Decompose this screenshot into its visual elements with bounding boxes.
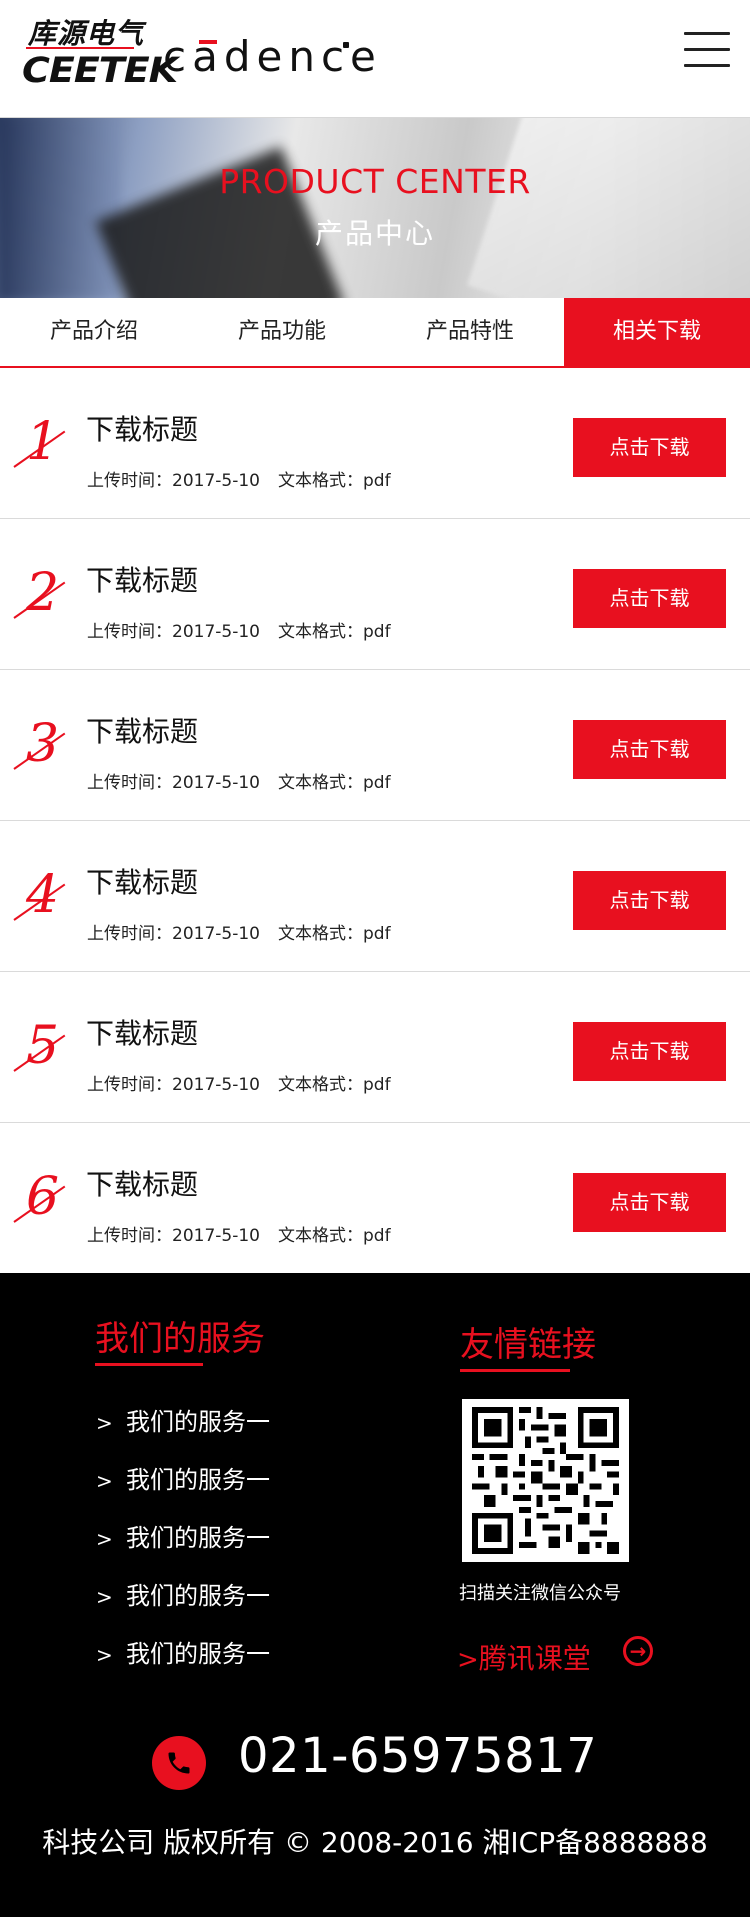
- download-title[interactable]: 下载标题: [86, 1163, 198, 1203]
- item-number: 1: [26, 412, 60, 472]
- chevron-right-icon: >: [457, 1645, 479, 1675]
- ceetek-logo[interactable]: 库源电气 CEETEK: [22, 12, 178, 90]
- download-item: 5 下载标题 上传时间：2017-5-10 文本格式：pdf 点击下载: [0, 972, 750, 1123]
- file-format: 文本格式：pdf: [277, 471, 391, 491]
- links-title: 友情链接: [460, 1325, 596, 1365]
- services-underline: [95, 1363, 203, 1366]
- download-title[interactable]: 下载标题: [86, 408, 198, 448]
- cadence-macron: [199, 40, 217, 44]
- services-list: > 我们的服务一 > 我们的服务一 > 我们的服务一 > 我们的服务一 > 我们的服务一: [96, 1393, 270, 1683]
- file-format: 文本格式：pdf: [277, 773, 391, 793]
- item-number: 3: [26, 714, 60, 774]
- qr-code-icon: [472, 1407, 619, 1554]
- download-meta: 上传时间：2017-5-10 文本格式：pdf: [87, 617, 391, 642]
- service-link[interactable]: > 我们的服务一: [96, 1451, 270, 1509]
- service-label: 我们的服务一: [126, 1466, 270, 1494]
- cadence-logo: cadence: [163, 32, 376, 82]
- file-format: 文本格式：pdf: [277, 1075, 391, 1095]
- service-label: 我们的服务一: [126, 1582, 270, 1610]
- product-banner: PRODUCT CENTER 产品中心: [0, 118, 750, 298]
- upload-time: 上传时间：2017-5-10: [87, 773, 260, 793]
- links-underline: [460, 1369, 570, 1372]
- download-title[interactable]: 下载标题: [86, 710, 198, 750]
- item-number: 5: [26, 1016, 60, 1076]
- download-button[interactable]: 点击下载: [573, 418, 726, 477]
- download-button[interactable]: 点击下载: [573, 569, 726, 628]
- download-list: 1 下载标题 上传时间：2017-5-10 文本格式：pdf 点击下载 2 下载标…: [0, 368, 750, 1273]
- service-link[interactable]: > 我们的服务一: [96, 1625, 270, 1683]
- copyright-text: 科技公司 版权所有 © 2008-2016 湘ICP备8888888: [42, 1826, 708, 1859]
- download-meta: 上传时间：2017-5-10 文本格式：pdf: [87, 768, 391, 793]
- download-meta: 上传时间：2017-5-10 文本格式：pdf: [87, 1070, 391, 1095]
- service-link[interactable]: > 我们的服务一: [96, 1393, 270, 1451]
- download-item: 1 下载标题 上传时间：2017-5-10 文本格式：pdf 点击下载: [0, 368, 750, 519]
- download-meta: 上传时间：2017-5-10 文本格式：pdf: [87, 1221, 391, 1246]
- service-label: 我们的服务一: [126, 1640, 270, 1668]
- download-item: 2 下载标题 上传时间：2017-5-10 文本格式：pdf 点击下载: [0, 519, 750, 670]
- upload-time: 上传时间：2017-5-10: [87, 622, 260, 642]
- download-title[interactable]: 下载标题: [86, 559, 198, 599]
- cadence-wordmark: cadence: [163, 32, 382, 81]
- file-format: 文本格式：pdf: [277, 622, 391, 642]
- item-number: 6: [26, 1167, 60, 1227]
- tencent-class-link[interactable]: >腾讯课堂: [457, 1637, 591, 1677]
- contact-phone[interactable]: 021-65975817: [238, 1728, 597, 1784]
- service-link[interactable]: > 我们的服务一: [96, 1567, 270, 1625]
- tencent-class-label: 腾讯课堂: [478, 1642, 591, 1675]
- arrow-right-circle-icon[interactable]: →: [623, 1636, 653, 1666]
- registered-mark: [343, 42, 349, 48]
- file-format: 文本格式：pdf: [277, 924, 391, 944]
- service-label: 我们的服务一: [126, 1408, 270, 1436]
- product-tabs: 产品介绍 产品功能 产品特性 相关下载: [0, 298, 750, 368]
- upload-time: 上传时间：2017-5-10: [87, 471, 260, 491]
- file-format: 文本格式：pdf: [277, 1226, 391, 1246]
- chevron-right-icon: >: [96, 1411, 113, 1435]
- chevron-right-icon: >: [96, 1527, 113, 1551]
- download-meta: 上传时间：2017-5-10 文本格式：pdf: [87, 466, 391, 491]
- tab-product-functions[interactable]: 产品功能: [188, 298, 376, 366]
- download-button[interactable]: 点击下载: [573, 1022, 726, 1081]
- download-button[interactable]: 点击下载: [573, 720, 726, 779]
- wechat-qr-code: [462, 1399, 629, 1562]
- download-item: 4 下载标题 上传时间：2017-5-10 文本格式：pdf 点击下载: [0, 821, 750, 972]
- download-button[interactable]: 点击下载: [573, 871, 726, 930]
- chevron-right-icon: >: [96, 1469, 113, 1493]
- qr-caption: 扫描关注微信公众号: [459, 1583, 621, 1604]
- tab-product-features[interactable]: 产品特性: [376, 298, 564, 366]
- download-meta: 上传时间：2017-5-10 文本格式：pdf: [87, 919, 391, 944]
- services-title: 我们的服务: [95, 1319, 265, 1359]
- logo-cn-text: 库源电气: [28, 17, 145, 50]
- upload-time: 上传时间：2017-5-10: [87, 1075, 260, 1095]
- download-item: 6 下载标题 上传时间：2017-5-10 文本格式：pdf 点击下载: [0, 1123, 750, 1273]
- site-footer: 我们的服务 > 我们的服务一 > 我们的服务一 > 我们的服务一 > 我们的服务一 > 我…: [0, 1273, 750, 1917]
- banner-title-cn: 产品中心: [314, 217, 435, 250]
- banner-title-en: PRODUCT CENTER: [219, 162, 531, 201]
- download-button[interactable]: 点击下载: [573, 1173, 726, 1232]
- download-title[interactable]: 下载标题: [86, 861, 198, 901]
- chevron-right-icon: >: [96, 1643, 113, 1667]
- upload-time: 上传时间：2017-5-10: [87, 1226, 260, 1246]
- tab-product-intro[interactable]: 产品介绍: [0, 298, 188, 366]
- service-label: 我们的服务一: [126, 1524, 270, 1552]
- upload-time: 上传时间：2017-5-10: [87, 924, 260, 944]
- hamburger-menu-icon[interactable]: [684, 32, 730, 68]
- logo-rule: [26, 47, 134, 49]
- chevron-right-icon: >: [96, 1585, 113, 1609]
- phone-icon: [152, 1736, 206, 1790]
- logo-en-text: CEETEK: [22, 49, 178, 91]
- item-number: 2: [26, 563, 60, 623]
- service-link[interactable]: > 我们的服务一: [96, 1509, 270, 1567]
- tab-related-downloads[interactable]: 相关下载: [564, 298, 750, 366]
- site-header: 库源电气 CEETEK cadence: [0, 0, 750, 118]
- download-title[interactable]: 下载标题: [86, 1012, 198, 1052]
- item-number: 4: [26, 865, 60, 925]
- download-item: 3 下载标题 上传时间：2017-5-10 文本格式：pdf 点击下载: [0, 670, 750, 821]
